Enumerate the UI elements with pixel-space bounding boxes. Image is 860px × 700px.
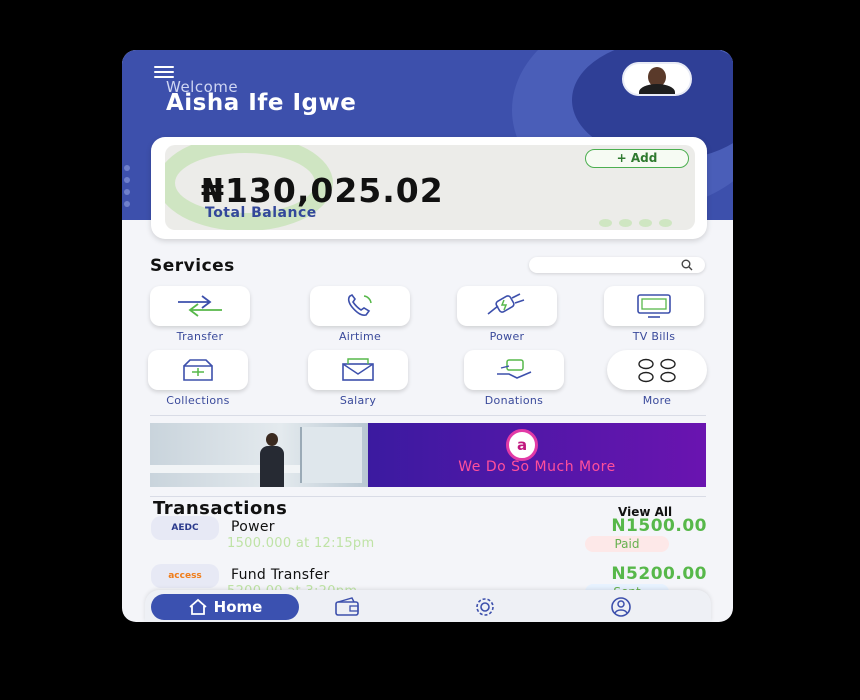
tv-icon (637, 294, 671, 318)
profile-icon[interactable] (607, 596, 635, 618)
service-label: Transfer (176, 330, 224, 343)
add-funds-button[interactable]: + Add (585, 149, 689, 168)
search-icon (681, 259, 693, 271)
service-airtime[interactable]: Airtime (310, 286, 410, 343)
phone-screen: Welcome Aisha Ife Igwe + Add ₦130,025.02… (122, 50, 733, 622)
banner-promo: a We Do So Much More (368, 423, 706, 487)
card-decor-dots (599, 215, 679, 230)
banner-photo (150, 423, 368, 487)
promo-banner[interactable]: a We Do So Much More (150, 423, 706, 487)
transaction-amount: N5200.00 (611, 564, 707, 584)
status-badge: Paid (585, 536, 669, 552)
balance-card: + Add ₦130,025.02 Total Balance (151, 137, 707, 239)
wallet-icon[interactable] (333, 596, 361, 618)
aedc-logo-icon: AEDC (151, 516, 219, 540)
service-label: TV Bills (632, 330, 676, 343)
divider (150, 496, 706, 497)
avatar[interactable] (622, 62, 692, 96)
service-donations[interactable]: Donations (464, 350, 564, 407)
power-plug-icon (487, 293, 525, 315)
service-collections[interactable]: Collections (148, 350, 248, 407)
service-label: More (642, 394, 672, 407)
services-title: Services (150, 256, 235, 276)
more-grid-icon (638, 358, 676, 383)
access-bank-logo-icon: access (151, 564, 219, 588)
home-icon (189, 598, 207, 615)
service-label: Collections (166, 394, 230, 407)
service-label: Power (489, 330, 525, 343)
service-label: Donations (484, 394, 544, 407)
divider (150, 415, 706, 416)
header-decor-dots (124, 165, 134, 213)
service-power[interactable]: Power (457, 286, 557, 343)
bottom-nav: Home (145, 590, 711, 622)
service-label: Salary (339, 394, 377, 407)
transfer-arrows-icon (178, 295, 222, 317)
nav-home-button[interactable]: Home (151, 594, 299, 620)
salary-envelope-icon (342, 358, 374, 381)
phone-icon (347, 293, 372, 316)
brand-logo-icon: a (506, 429, 538, 461)
hamburger-menu-icon[interactable] (154, 66, 174, 78)
transaction-name: Power (231, 519, 275, 535)
service-salary[interactable]: Salary (308, 350, 408, 407)
banner-text: We Do So Much More (458, 459, 616, 475)
transaction-detail: 1500.000 at 12:15pm (227, 536, 375, 551)
service-label: Airtime (338, 330, 382, 343)
transaction-name: Fund Transfer (231, 567, 330, 583)
transaction-row[interactable]: AEDC Power 1500.000 at 12:15pm N1500.00 … (151, 516, 711, 560)
collections-box-icon (183, 359, 213, 381)
donation-hand-icon (497, 359, 532, 379)
balance-label: Total Balance (205, 205, 317, 221)
transaction-amount: N1500.00 (611, 516, 707, 536)
service-transfer[interactable]: Transfer (150, 286, 250, 343)
settings-gear-icon[interactable] (471, 596, 499, 618)
service-tv-bills[interactable]: TV Bills (604, 286, 704, 343)
user-name: Aisha Ife Igwe (166, 90, 357, 116)
services-search-input[interactable] (529, 257, 705, 273)
service-more[interactable]: More (607, 350, 707, 407)
nav-home-label: Home (213, 598, 263, 616)
